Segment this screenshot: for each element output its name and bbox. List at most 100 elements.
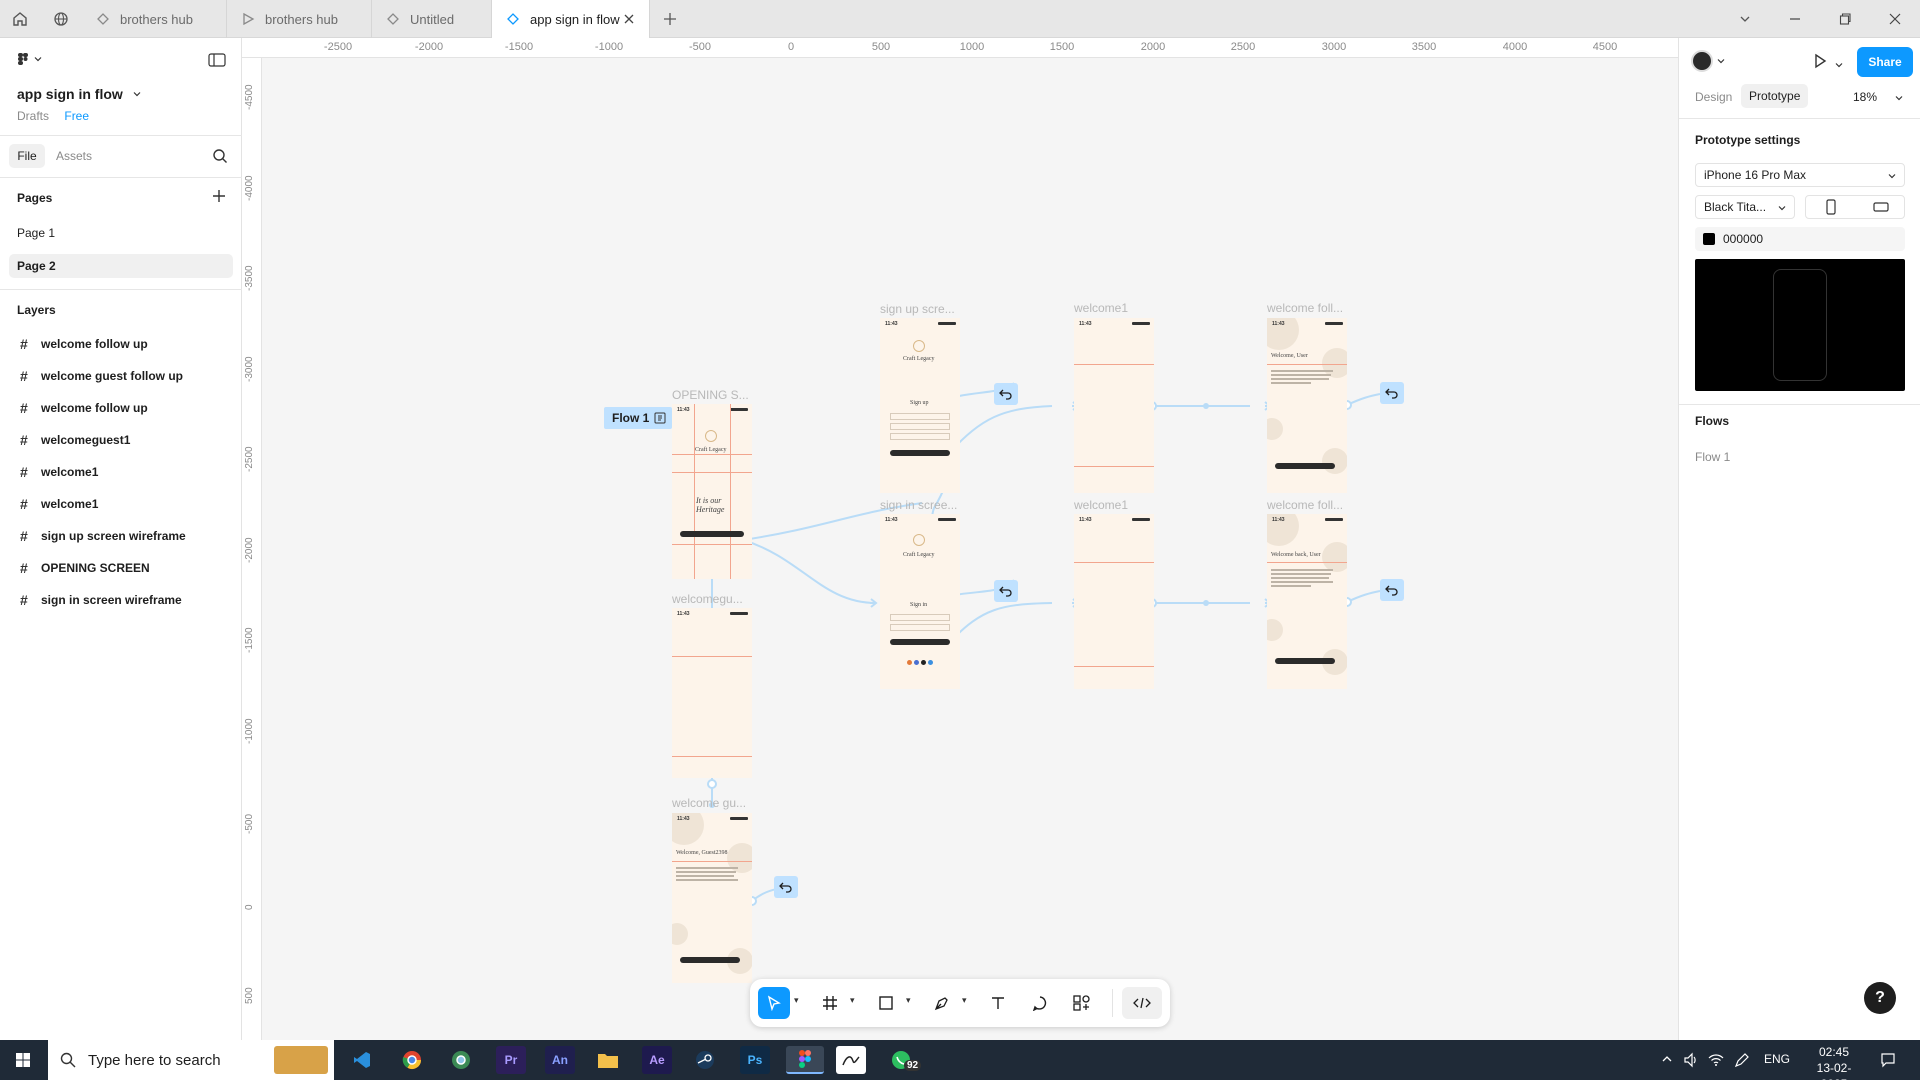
- file-name-menu[interactable]: app sign in flow: [17, 86, 141, 102]
- back-action-button[interactable]: [1380, 579, 1404, 601]
- close-tab-icon[interactable]: [621, 11, 637, 27]
- back-action-button[interactable]: [994, 580, 1018, 602]
- frame-label-welcomeguest[interactable]: welcomegu...: [672, 592, 743, 606]
- windows-start-icon[interactable]: [8, 1046, 38, 1074]
- present-play-icon[interactable]: [1812, 53, 1828, 72]
- background-color-field[interactable]: 000000: [1695, 227, 1905, 251]
- zoom-level[interactable]: 18%: [1853, 90, 1877, 104]
- layer-item[interactable]: # welcome follow up: [0, 395, 242, 421]
- frame-welcome1-bottom[interactable]: 11:43: [1074, 514, 1154, 689]
- tab-brothers-hub-design[interactable]: brothers hub: [82, 0, 227, 38]
- layer-item[interactable]: # sign in screen wireframe: [0, 587, 242, 613]
- photoshop-icon[interactable]: Ps: [740, 1046, 770, 1074]
- whatsapp-icon[interactable]: 92: [886, 1046, 922, 1074]
- frame-welcome-guest-follow-up[interactable]: 11:43 Welcome, Guest2398: [672, 813, 752, 983]
- frame-label-welcome-follow-bottom[interactable]: welcome foll...: [1267, 498, 1343, 512]
- new-tab-plus-icon[interactable]: [650, 0, 690, 38]
- chevron-down-icon[interactable]: ▾: [794, 995, 804, 1009]
- notification-center-icon[interactable]: [1880, 1052, 1896, 1071]
- frame-label-welcome-guest-follow[interactable]: welcome gu...: [672, 796, 746, 810]
- taskbar-clock[interactable]: 02:45 13-02-2025: [1804, 1044, 1864, 1080]
- language-indicator[interactable]: ENG: [1764, 1052, 1790, 1066]
- toggle-sidebar-icon[interactable]: [208, 53, 226, 70]
- page-item-selected[interactable]: Page 2: [9, 254, 233, 278]
- tab-assets[interactable]: Assets: [56, 149, 92, 163]
- back-action-button[interactable]: [774, 876, 798, 898]
- frame-label-welcome1-top[interactable]: welcome1: [1074, 301, 1128, 315]
- taskbar-search-box[interactable]: Type here to search: [48, 1040, 334, 1080]
- tab-design[interactable]: Design: [1695, 90, 1732, 104]
- chevron-down-icon[interactable]: ▾: [850, 995, 860, 1009]
- layer-item[interactable]: # welcomeguest1: [0, 427, 242, 453]
- tab-brothers-hub-slides[interactable]: brothers hub: [227, 0, 372, 38]
- signature-app-icon[interactable]: [836, 1046, 866, 1074]
- back-action-button[interactable]: [994, 383, 1018, 405]
- premiere-pro-icon[interactable]: Pr: [496, 1046, 526, 1074]
- frame-label-welcome-follow-top[interactable]: welcome foll...: [1267, 301, 1343, 315]
- flow-start-badge[interactable]: Flow 1: [604, 407, 672, 429]
- layer-item[interactable]: # welcome guest follow up: [0, 363, 242, 389]
- tab-prototype[interactable]: Prototype: [1741, 84, 1809, 108]
- device-select[interactable]: iPhone 16 Pro Max: [1695, 163, 1905, 187]
- chevron-down-icon[interactable]: [1895, 94, 1903, 102]
- frame-label-welcome1-bottom[interactable]: welcome1: [1074, 498, 1128, 512]
- back-action-button[interactable]: [1380, 382, 1404, 404]
- main-menu-button[interactable]: [16, 52, 42, 66]
- actions-tool[interactable]: [1066, 987, 1098, 1019]
- figma-taskbar-icon[interactable]: [786, 1046, 824, 1074]
- frame-welcome-follow-up-bottom[interactable]: 11:43 Welcome back, User: [1267, 514, 1347, 689]
- device-color-select[interactable]: Black Tita...: [1695, 195, 1795, 219]
- close-window-icon[interactable]: [1870, 0, 1920, 38]
- file-location[interactable]: Drafts: [17, 109, 49, 123]
- share-button[interactable]: Share: [1857, 47, 1913, 77]
- frame-label-signup[interactable]: sign up scre...: [880, 302, 955, 316]
- text-tool[interactable]: [982, 987, 1014, 1019]
- vscode-icon[interactable]: [347, 1046, 377, 1074]
- tab-list-chevron-icon[interactable]: [1720, 0, 1770, 38]
- comment-tool[interactable]: [1024, 987, 1056, 1019]
- chrome-icon[interactable]: [397, 1046, 427, 1074]
- after-effects-icon[interactable]: Ae: [642, 1046, 672, 1074]
- minimize-icon[interactable]: [1770, 0, 1820, 38]
- rectangle-tool[interactable]: [870, 987, 902, 1019]
- wifi-icon[interactable]: [1708, 1052, 1724, 1071]
- radio-widget-icon[interactable]: [274, 1046, 328, 1074]
- show-hidden-icons-chevron-icon[interactable]: [1660, 1052, 1674, 1069]
- frame-tool[interactable]: [814, 987, 846, 1019]
- add-page-plus-icon[interactable]: [212, 189, 226, 206]
- frame-sign-up-screen[interactable]: 11:43 Craft Legacy Sign up: [880, 318, 960, 493]
- frame-welcome-follow-up-top[interactable]: 11:43 Welcome, User: [1267, 318, 1347, 493]
- tab-file[interactable]: File: [9, 144, 45, 168]
- community-globe-icon[interactable]: [41, 0, 81, 38]
- tab-untitled[interactable]: Untitled: [372, 0, 492, 38]
- move-tool[interactable]: [758, 987, 790, 1019]
- frame-welcomeguest1[interactable]: 11:43: [672, 608, 752, 778]
- layer-item[interactable]: # OPENING SCREEN: [0, 555, 242, 581]
- flow-item[interactable]: Flow 1: [1695, 450, 1730, 464]
- chevron-down-icon[interactable]: ▾: [962, 995, 972, 1009]
- dev-mode-toggle[interactable]: [1122, 987, 1162, 1019]
- layer-item[interactable]: # welcome follow up: [0, 331, 242, 357]
- tab-app-sign-in-flow[interactable]: app sign in flow: [492, 0, 650, 38]
- layer-item[interactable]: # welcome1: [0, 491, 242, 517]
- portrait-orientation-button[interactable]: [1806, 196, 1856, 218]
- animate-icon[interactable]: An: [545, 1046, 575, 1074]
- page-item[interactable]: Page 1: [17, 226, 55, 240]
- layer-item[interactable]: # sign up screen wireframe: [0, 523, 242, 549]
- chevron-down-icon[interactable]: [1835, 57, 1843, 72]
- frame-label-signin[interactable]: sign in scree...: [880, 498, 957, 512]
- volume-icon[interactable]: [1683, 1052, 1699, 1071]
- user-avatar-menu[interactable]: [1691, 50, 1725, 72]
- frame-opening-screen[interactable]: 11:43 Craft Legacy It is our Heritage: [672, 404, 752, 579]
- pen-tool[interactable]: [926, 987, 958, 1019]
- frame-welcome1-top[interactable]: 11:43: [1074, 318, 1154, 493]
- landscape-orientation-button[interactable]: [1856, 196, 1906, 218]
- help-question-icon[interactable]: ?: [1864, 982, 1896, 1014]
- layer-item[interactable]: # welcome1: [0, 459, 242, 485]
- restore-icon[interactable]: [1820, 0, 1870, 38]
- chrome-profile-icon[interactable]: [446, 1046, 476, 1074]
- frame-label-opening[interactable]: OPENING S...: [672, 388, 749, 402]
- file-explorer-icon[interactable]: [593, 1046, 623, 1074]
- chevron-down-icon[interactable]: ▾: [906, 995, 916, 1009]
- home-icon[interactable]: [0, 0, 40, 38]
